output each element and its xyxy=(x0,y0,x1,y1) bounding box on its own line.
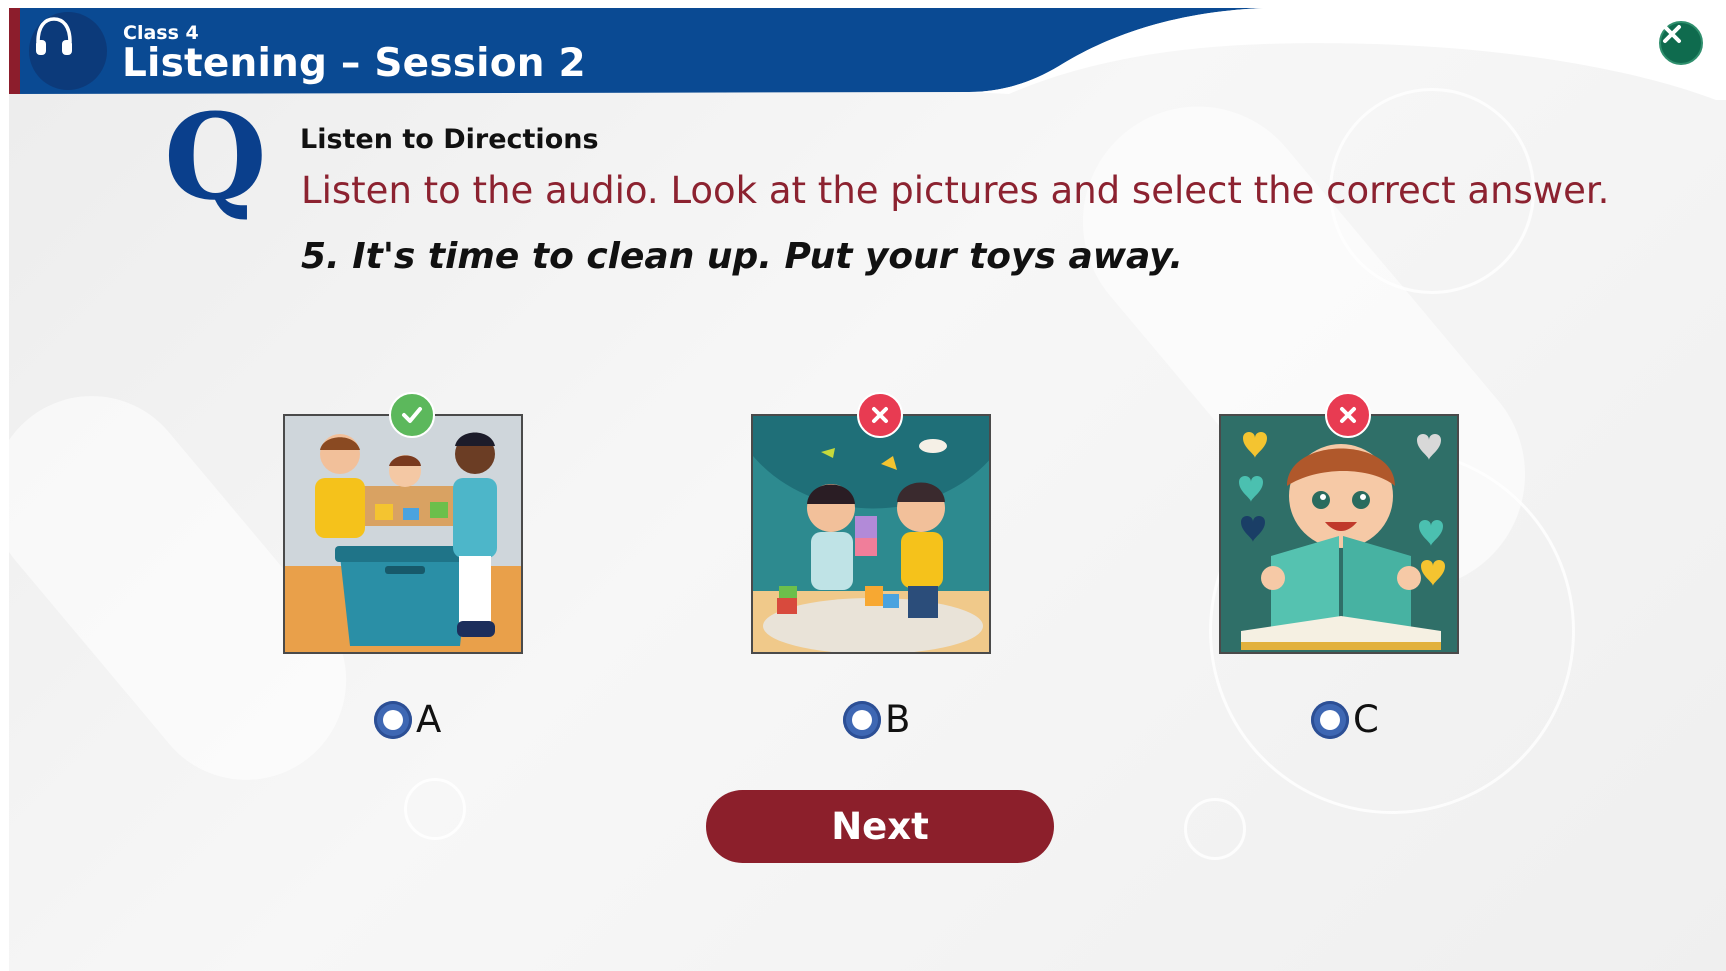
option-b-label: B xyxy=(885,698,911,741)
directions-label: Listen to Directions xyxy=(300,124,599,155)
children-putting-toys-in-box-illustration xyxy=(285,416,521,652)
option-b-image[interactable] xyxy=(751,414,991,654)
option-b-radio[interactable]: B xyxy=(843,698,910,741)
background-ring xyxy=(1184,798,1246,860)
next-button[interactable]: Next xyxy=(706,790,1054,863)
radio-dot xyxy=(852,709,872,730)
quiz-screen: Class 4 Listening – Session 2 Q Listen t… xyxy=(9,8,1726,971)
session-title: Listening – Session 2 xyxy=(122,41,586,86)
option-c-radio[interactable]: C xyxy=(1311,698,1379,741)
question-prompt: 5. It's time to clean up. Put your toys … xyxy=(301,236,1184,277)
headphones-icon xyxy=(29,12,107,90)
radio-button[interactable] xyxy=(843,700,881,739)
header-bar: Class 4 Listening – Session 2 xyxy=(9,8,1726,100)
option-a-radio[interactable]: A xyxy=(374,698,441,741)
children-playing-with-blocks-illustration xyxy=(753,416,989,652)
radio-dot xyxy=(383,709,403,730)
radio-button[interactable] xyxy=(1311,700,1349,739)
x-icon xyxy=(872,407,888,423)
close-icon xyxy=(1663,25,1681,43)
radio-dot xyxy=(1320,709,1340,730)
close-button[interactable] xyxy=(1659,21,1703,65)
header-accent-strip xyxy=(9,8,20,94)
check-icon xyxy=(402,407,422,423)
wrong-status-badge xyxy=(1325,392,1371,438)
background-ring xyxy=(404,778,466,840)
x-icon xyxy=(1340,407,1356,423)
wrong-status-badge xyxy=(857,392,903,438)
option-c-label: C xyxy=(1353,698,1379,741)
child-reading-book-illustration xyxy=(1221,416,1457,652)
correct-status-badge xyxy=(389,392,435,438)
option-c-image[interactable] xyxy=(1219,414,1459,654)
instruction-text: Listen to the audio. Look at the picture… xyxy=(301,169,1610,212)
option-a-image[interactable] xyxy=(283,414,523,654)
radio-button[interactable] xyxy=(374,700,412,739)
option-a-label: A xyxy=(416,698,442,741)
question-glyph: Q xyxy=(164,87,267,226)
